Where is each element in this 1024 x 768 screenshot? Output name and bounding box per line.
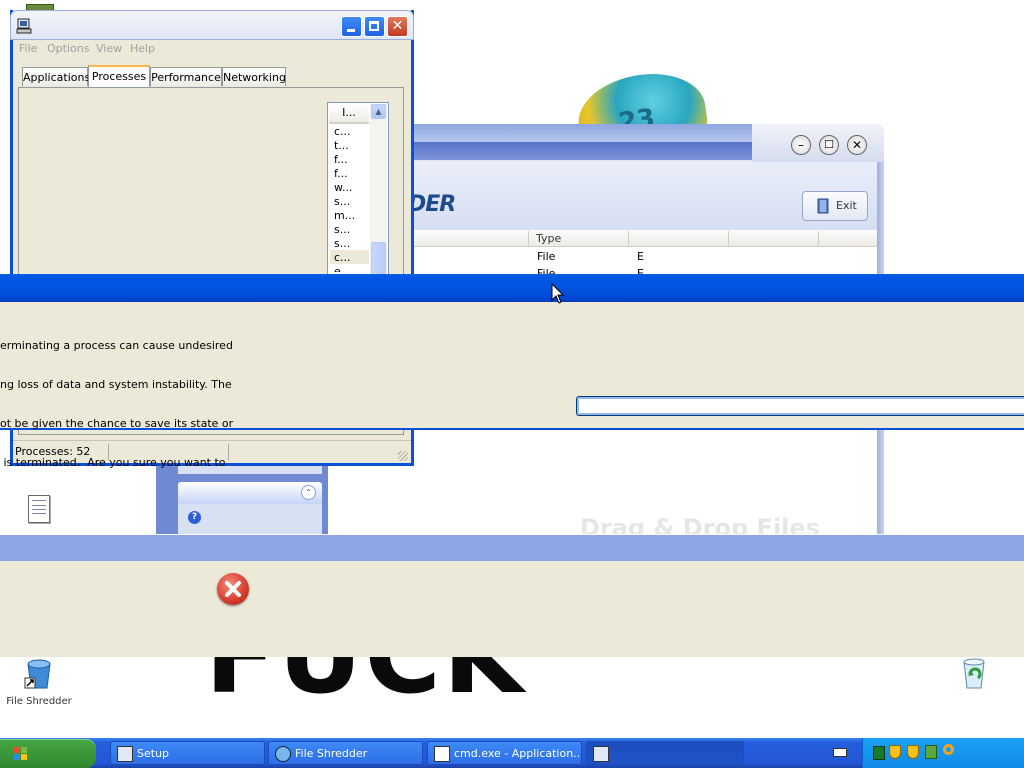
recycle-bin-icon[interactable]: [958, 656, 990, 690]
keyboard-icon[interactable]: [833, 748, 847, 757]
error-icon: [217, 573, 249, 605]
process-list-scrollbar[interactable]: ▲: [370, 104, 387, 280]
menu-help[interactable]: Help: [130, 42, 155, 55]
process-list-header[interactable]: I...: [329, 104, 369, 124]
warning-dialog-titlebar[interactable]: [0, 274, 1024, 302]
security-shield-icon[interactable]: [907, 745, 919, 759]
process-row[interactable]: m...: [334, 209, 355, 222]
taskbar-button-setup[interactable]: Setup: [110, 741, 265, 765]
exit-button-label: Exit: [836, 199, 857, 212]
file-row-col3[interactable]: E: [637, 267, 644, 274]
computer-icon: [593, 746, 609, 762]
start-button[interactable]: [0, 739, 96, 768]
search-icon[interactable]: [943, 744, 954, 755]
error-dialog: [0, 561, 1024, 657]
column-header-type[interactable]: Type: [536, 232, 561, 245]
process-row[interactable]: t...: [334, 139, 349, 152]
setup-icon: [117, 746, 133, 762]
system-tray: [862, 738, 1024, 768]
exit-button[interactable]: Exit: [802, 191, 868, 221]
process-row[interactable]: f...: [334, 167, 348, 180]
process-row[interactable]: c...: [334, 125, 351, 138]
task-manager-close-button[interactable]: ✕: [387, 16, 408, 37]
tab-processes[interactable]: Processes: [88, 65, 150, 87]
process-row[interactable]: s...: [334, 195, 350, 208]
console-window-icon: [434, 746, 450, 762]
warning-dialog: erminating a process can cause undesired…: [0, 302, 1024, 469]
process-row[interactable]: w...: [334, 181, 352, 194]
file-row-type[interactable]: File: [537, 250, 555, 263]
file-shredder-close-button[interactable]: ✕: [847, 135, 867, 155]
process-row[interactable]: e...: [334, 265, 351, 272]
dialog-focus-button[interactable]: [576, 396, 1024, 416]
file-shredder-minimize-button[interactable]: –: [791, 135, 811, 155]
warning-message-line: ot be given the chance to save its state…: [0, 417, 234, 430]
taskbar-button-label: File Shredder: [295, 747, 368, 760]
collapse-chevron-icon[interactable]: ⌃: [301, 485, 316, 500]
drag-drop-hint: Drag & Drop Files Here: [580, 514, 820, 534]
warning-message-line: is terminated. Are you sure you want to: [0, 456, 226, 469]
warning-message: erminating a process can cause undesired…: [0, 313, 233, 495]
mouse-cursor-icon: [551, 283, 565, 304]
taskbar-button-label: Setup: [137, 747, 170, 760]
taskbar-button-task-manager[interactable]: [586, 741, 744, 765]
scroll-up-arrow-icon[interactable]: ▲: [371, 104, 386, 119]
taskbar-button-cmd[interactable]: cmd.exe - Application...: [427, 741, 582, 765]
safely-remove-icon[interactable]: [925, 745, 937, 759]
tab-networking[interactable]: Networking: [222, 67, 286, 86]
tab-performance[interactable]: Performance: [150, 67, 222, 86]
warning-message-line: erminating a process can cause undesired: [0, 339, 233, 352]
help-icon[interactable]: ?: [188, 511, 201, 524]
error-dialog-titlebar[interactable]: [0, 535, 1024, 561]
menu-view[interactable]: View: [96, 42, 122, 55]
shredder-icon: [275, 746, 291, 762]
security-shield-icon[interactable]: [889, 745, 901, 759]
process-row[interactable]: f...: [334, 153, 348, 166]
tab-applications[interactable]: Applications: [22, 67, 90, 86]
file-shredder-maximize-button[interactable]: ☐: [819, 135, 839, 155]
resize-grip-icon[interactable]: [398, 451, 408, 461]
process-row[interactable]: s...: [334, 223, 350, 236]
computer-icon: [16, 18, 32, 34]
exit-door-icon: [817, 198, 829, 214]
file-shredder-brand: DER: [408, 192, 456, 217]
menu-file[interactable]: File: [19, 42, 37, 55]
document-icon[interactable]: [28, 495, 50, 523]
shredder-icon: [24, 659, 51, 689]
warning-message-line: ng loss of data and system instability. …: [0, 378, 232, 391]
file-shredder-desktop-label: File Shredder: [6, 696, 72, 707]
menu-options[interactable]: Options: [47, 42, 89, 55]
file-row-col3[interactable]: E: [637, 250, 644, 263]
process-row[interactable]: c...: [334, 251, 351, 264]
file-shredder-desktop-icon[interactable]: [18, 656, 62, 700]
network-icon[interactable]: [873, 746, 885, 760]
process-row[interactable]: s...: [334, 237, 350, 250]
file-row-type[interactable]: File: [537, 267, 555, 274]
taskbar-button-file-shredder[interactable]: File Shredder: [268, 741, 423, 765]
scroll-thumb[interactable]: [371, 242, 386, 278]
task-manager-minimize-button[interactable]: [341, 16, 362, 37]
taskbar-button-label: cmd.exe - Application...: [454, 747, 582, 760]
task-manager-maximize-button[interactable]: [364, 16, 385, 37]
windows-flag-icon: [14, 747, 28, 761]
